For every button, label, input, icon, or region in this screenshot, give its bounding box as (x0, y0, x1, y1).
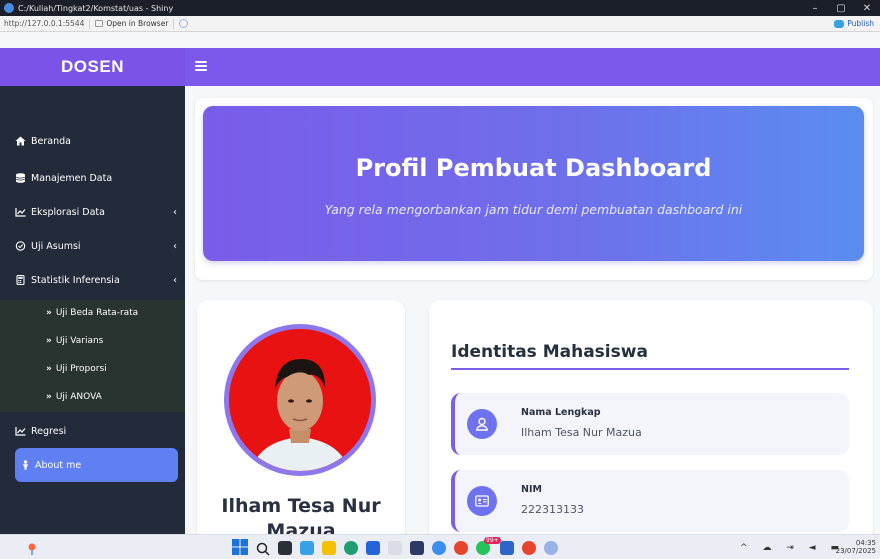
submenu-item-uji-varians[interactable]: » Uji Varians (46, 332, 103, 350)
dropbox-icon[interactable] (410, 541, 424, 555)
submenu-item-label: Uji Proporsi (55, 364, 107, 374)
user-icon (20, 460, 31, 470)
word-icon[interactable] (500, 541, 514, 555)
rstudio-icon (4, 3, 14, 13)
sidebar-item-eksplorasi-data[interactable]: Eksplorasi Data ‹ (15, 202, 177, 222)
copilot-icon[interactable] (300, 541, 314, 555)
field-nama-lengkap: Nama Lengkap Ilham Tesa Nur Mazua (451, 393, 849, 455)
sidebar-item-label: Manajemen Data (31, 172, 113, 184)
double-chevron-icon: » (46, 364, 52, 374)
sidebar: Beranda Manajemen Data Eksplorasi Data ‹… (0, 86, 185, 534)
calculator-icon (15, 275, 26, 285)
window-title: C:/Kuliah/Tingkat2/Komstat/uas - Shiny (18, 3, 174, 13)
weather-icon[interactable] (26, 541, 38, 555)
notification-badge: 99+ (484, 537, 501, 544)
user-icon (467, 409, 497, 439)
sidebar-item-statistik-inferensia[interactable]: Statistik Inferensia ‹ (15, 270, 177, 290)
sidebar-item-label: Regresi (31, 425, 67, 437)
avatar-ring (224, 324, 376, 476)
submenu-item-uji-anova[interactable]: » Uji ANOVA (46, 388, 102, 406)
submenu-item-uji-beda-rata-rata[interactable]: » Uji Beda Rata-rata (46, 304, 138, 322)
chrome-icon[interactable] (522, 541, 536, 555)
id-card-icon (467, 486, 497, 516)
chart-line-icon (15, 207, 26, 217)
field-label: NIM (521, 484, 542, 495)
check-circle-icon (15, 241, 26, 251)
sidebar-item-label: About me (35, 459, 82, 471)
windows-taskbar: 99+ ^ ☁ ⇥ ◄ ▬ 04:35 23/07/2025 (0, 534, 880, 559)
publish-button[interactable]: Publish (834, 19, 880, 28)
clock-time: 04:35 (855, 539, 876, 547)
double-chevron-icon: » (46, 336, 52, 346)
system-tray-icons[interactable]: ^ ☁ ⇥ ◄ ▬ (740, 543, 845, 553)
sidebar-item-regresi[interactable]: Regresi (15, 421, 177, 441)
profile-card: Ilham Tesa Nur Mazua (197, 300, 405, 534)
hero-banner: Profil Pembuat Dashboard Yang rela mengo… (203, 106, 864, 261)
search-icon[interactable] (256, 541, 270, 556)
field-value: Ilham Tesa Nur Mazua (521, 426, 642, 439)
sidebar-item-label: Uji Asumsi (31, 240, 81, 252)
app-icon[interactable] (388, 541, 402, 555)
publish-label: Publish (847, 19, 874, 28)
submenu-item-uji-proporsi[interactable]: » Uji Proporsi (46, 360, 107, 378)
sidebar-item-label: Statistik Inferensia (31, 274, 120, 286)
main-content: Profil Pembuat Dashboard Yang rela mengo… (185, 86, 880, 534)
identity-title: Identitas Mahasiswa (451, 342, 648, 362)
identity-card: Identitas Mahasiswa Nama Lengkap Ilham T… (429, 300, 873, 534)
double-chevron-icon: » (46, 308, 52, 318)
edge-icon[interactable] (344, 541, 358, 555)
open-in-browser-label: Open in Browser (106, 19, 169, 28)
toolbar-separator (89, 18, 91, 29)
clock-date: 23/07/2025 (835, 547, 876, 555)
sidebar-item-about-me[interactable]: About me (15, 448, 178, 482)
sidebar-item-uji-asumsi[interactable]: Uji Asumsi ‹ (15, 236, 177, 256)
sidebar-item-label: Beranda (31, 135, 71, 147)
chevron-left-icon: ‹ (173, 240, 177, 252)
app-icon[interactable] (432, 541, 446, 555)
chevron-left-icon: ‹ (173, 206, 177, 218)
open-in-browser-button[interactable]: Open in Browser (95, 19, 168, 28)
hero-title: Profil Pembuat Dashboard (355, 154, 712, 182)
field-nim: NIM 222313133 (451, 470, 849, 532)
file-explorer-icon[interactable] (322, 541, 336, 555)
browser-icon (95, 20, 104, 27)
identity-divider (451, 368, 849, 370)
submenu-item-label: Uji Varians (55, 336, 104, 346)
url-label: http://127.0.0.1:5544 (4, 19, 85, 28)
window-titlebar: C:/Kuliah/Tingkat2/Komstat/uas - Shiny –… (0, 0, 880, 16)
sidebar-toggle-icon[interactable] (195, 59, 207, 73)
minimize-button[interactable]: – (802, 3, 828, 14)
avatar (229, 329, 371, 471)
toolbar-separator (173, 18, 175, 29)
store-icon[interactable] (366, 541, 380, 555)
chevron-left-icon: ‹ (173, 274, 177, 286)
hero-subtitle: Yang rela mengorbankan jam tidur demi pe… (324, 202, 743, 217)
field-label: Nama Lengkap (521, 407, 601, 418)
maximize-button[interactable]: ▢ (828, 3, 854, 14)
app-header (185, 48, 880, 86)
submenu-item-label: Uji ANOVA (55, 392, 102, 402)
profile-name: Ilham Tesa Nur Mazua (221, 495, 381, 534)
field-value: 222313133 (521, 503, 584, 516)
double-chevron-icon: » (46, 392, 52, 402)
home-icon (15, 136, 26, 146)
sidebar-item-manajemen-data[interactable]: Manajemen Data (15, 168, 177, 188)
close-button[interactable]: ✕ (854, 3, 880, 14)
database-icon (15, 173, 26, 183)
chrome-icon[interactable] (454, 541, 468, 555)
submenu-statistik-inferensia: » Uji Beda Rata-rata » Uji Varians » Uji… (0, 300, 185, 412)
sidebar-item-beranda[interactable]: Beranda (15, 131, 177, 151)
clock[interactable]: 04:35 23/07/2025 (836, 539, 876, 555)
app-brand: DOSEN (0, 48, 185, 86)
windows-start-icon[interactable] (232, 539, 248, 555)
publish-icon (834, 19, 845, 28)
refresh-icon[interactable] (179, 19, 189, 28)
chart-line-icon (15, 426, 26, 436)
submenu-item-label: Uji Beda Rata-rata (55, 308, 139, 318)
task-view-icon[interactable] (278, 541, 292, 555)
r-icon[interactable] (544, 541, 558, 555)
sidebar-item-label: Eksplorasi Data (31, 206, 105, 218)
viewer-toolbar: http://127.0.0.1:5544 Open in Browser Pu… (0, 16, 880, 32)
